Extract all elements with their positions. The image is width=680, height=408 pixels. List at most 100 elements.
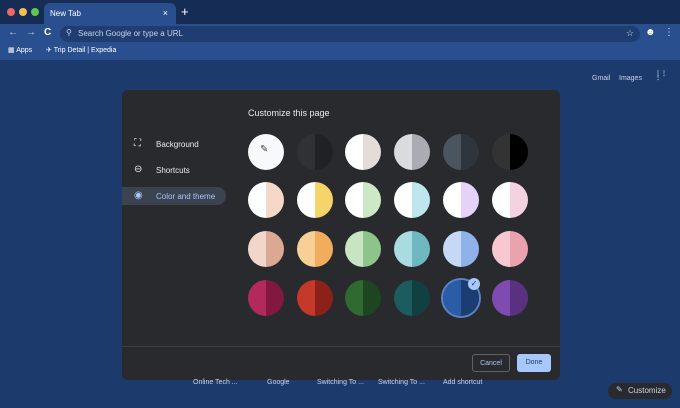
tab-new-tab[interactable]: New Tab × [44, 3, 176, 24]
swatch-left [394, 231, 412, 267]
swatch-right [266, 182, 284, 218]
theme-swatch[interactable] [394, 280, 430, 316]
customize-button[interactable]: ✎ Customize [608, 383, 672, 399]
palette-icon: ◉ [134, 190, 143, 201]
gmail-link[interactable]: Gmail [592, 75, 610, 82]
bookmark-label: Apps [16, 47, 33, 54]
swatch-right [412, 231, 430, 267]
sidebar-item-label: Color and theme [156, 192, 216, 201]
bookmark-label: Trip Detail | Expedia [53, 47, 117, 54]
reload-button[interactable]: C [44, 27, 51, 38]
theme-swatch[interactable] [443, 231, 479, 267]
close-tab-icon[interactable]: × [163, 8, 168, 18]
theme-swatch[interactable] [492, 280, 528, 316]
search-icon: ⚲ [66, 28, 72, 37]
back-button[interactable]: ← [8, 27, 18, 38]
swatch-left [443, 280, 461, 316]
swatch-right [363, 231, 381, 267]
theme-swatch[interactable] [297, 134, 333, 170]
sidebar-item-background[interactable]: ⛶ Background [122, 135, 226, 153]
link-icon: ⊖ [134, 164, 143, 175]
theme-swatch[interactable] [345, 280, 381, 316]
swatch-right [461, 182, 479, 218]
theme-swatch[interactable] [248, 182, 284, 218]
swatch-left [248, 182, 266, 218]
profile-icon[interactable]: ☻ [645, 27, 656, 38]
swatch-right [461, 134, 479, 170]
swatch-left [345, 134, 363, 170]
theme-swatch[interactable] [297, 280, 333, 316]
toolbar: ← → C ⚲ Search Google or type a URL ☆ ☻ … [0, 24, 680, 43]
theme-swatch[interactable] [443, 182, 479, 218]
sidebar-item-shortcuts[interactable]: ⊖ Shortcuts [122, 161, 226, 179]
background-icon: ⛶ [134, 138, 141, 149]
swatch-right [266, 280, 284, 316]
swatch-right [510, 182, 528, 218]
close-window-button[interactable] [7, 8, 15, 16]
swatch-left [297, 280, 315, 316]
theme-swatch[interactable] [492, 182, 528, 218]
theme-swatch[interactable] [394, 134, 430, 170]
swatch-left [492, 231, 510, 267]
theme-swatch[interactable] [297, 231, 333, 267]
bookmark-star-icon[interactable]: ☆ [626, 28, 634, 39]
theme-swatch[interactable] [492, 134, 528, 170]
sidebar-item-label: Background [156, 140, 199, 149]
theme-swatch[interactable] [345, 231, 381, 267]
menu-icon[interactable]: ⋮ [664, 27, 674, 38]
add-shortcut-button[interactable]: Add shortcut [443, 379, 482, 386]
theme-swatch[interactable] [248, 231, 284, 267]
swatch-left [394, 182, 412, 218]
eyedropper-icon: ✎ [260, 144, 269, 155]
shortcut-tile[interactable]: Switching To ... [378, 379, 425, 386]
theme-swatch[interactable] [443, 134, 479, 170]
swatch-left [443, 134, 461, 170]
sidebar-item-label: Shortcuts [156, 166, 190, 175]
swatch-left [248, 231, 266, 267]
swatch-left [297, 231, 315, 267]
swatch-left [345, 280, 363, 316]
theme-swatch[interactable] [345, 182, 381, 218]
theme-swatch[interactable] [394, 182, 430, 218]
theme-swatch[interactable] [345, 134, 381, 170]
swatch-right [266, 231, 284, 267]
new-tab-button[interactable]: + [181, 4, 189, 19]
sidebar-item-color-and-theme[interactable]: ◉ Color and theme [122, 187, 226, 205]
address-bar[interactable]: ⚲ Search Google or type a URL ☆ [60, 26, 640, 42]
theme-swatch[interactable] [248, 280, 284, 316]
swatch-right [315, 231, 333, 267]
minimize-window-button[interactable] [19, 8, 27, 16]
swatch-right [412, 280, 430, 316]
swatch-right [363, 182, 381, 218]
swatch-left [297, 182, 315, 218]
swatch-right [461, 231, 479, 267]
swatch-left [443, 231, 461, 267]
apps-grid-icon: ▦ [8, 47, 15, 54]
plane-icon: ✈ [46, 47, 52, 54]
bookmark-apps[interactable]: ▦ Apps [8, 46, 32, 54]
swatch-right [315, 134, 333, 170]
forward-button[interactable]: → [26, 27, 36, 38]
theme-swatch[interactable] [492, 231, 528, 267]
swatch-left [492, 280, 510, 316]
swatch-right [363, 280, 381, 316]
theme-swatch[interactable] [394, 231, 430, 267]
swatch-left [492, 182, 510, 218]
bookmark-trip-detail[interactable]: ✈ Trip Detail | Expedia [46, 46, 116, 54]
cancel-button[interactable]: Cancel [472, 354, 510, 372]
shortcut-tile[interactable]: Switching To ... [317, 379, 364, 386]
theme-swatch[interactable] [297, 182, 333, 218]
done-button[interactable]: Done [517, 354, 551, 372]
tab-title: New Tab [50, 9, 81, 18]
swatch-right [315, 280, 333, 316]
images-link[interactable]: Images [619, 75, 642, 82]
maximize-window-button[interactable] [31, 8, 39, 16]
swatch-right [412, 134, 430, 170]
shortcut-tile[interactable]: Online Tech ... [193, 379, 238, 386]
swatch-left [248, 280, 266, 316]
custom-color-picker[interactable]: ✎ [248, 134, 284, 170]
google-apps-icon[interactable]: ⋮⋮⋮ [655, 71, 667, 81]
shortcut-tile[interactable]: Google [267, 379, 290, 386]
customize-dialog: ⛶ Background ⊖ Shortcuts ◉ Color and theme … [122, 90, 560, 380]
swatch-left [345, 231, 363, 267]
